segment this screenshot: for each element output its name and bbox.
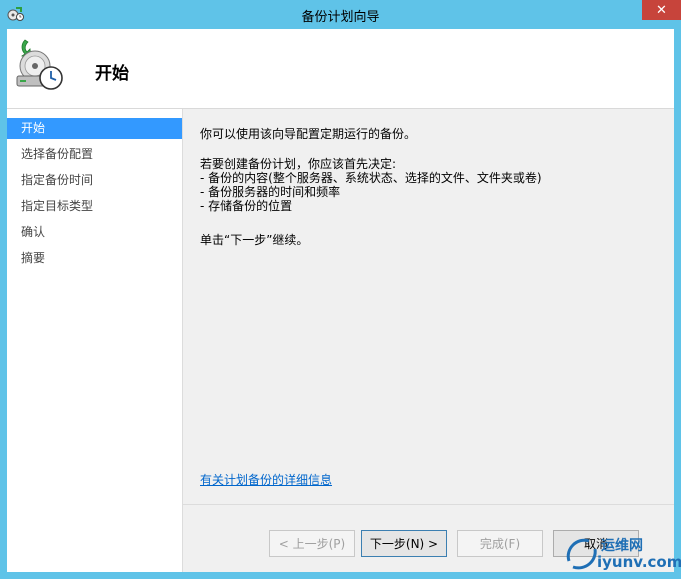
footer-divider — [183, 504, 674, 505]
finish-button[interactable]: 完成(F) — [457, 530, 543, 557]
prereq-item: - 备份的内容(整个服务器、系统状态、选择的文件、文件夹或卷) — [200, 171, 542, 185]
wizard-client-area: 开始 开始 选择备份配置 指定备份时间 指定目标类型 确认 摘要 你可以使用该向… — [7, 29, 674, 572]
sidebar-item-target-type[interactable]: 指定目标类型 — [7, 196, 182, 217]
title-bar[interactable]: 备份计划向导 ✕ — [0, 0, 681, 29]
sidebar-item-label: 选择备份配置 — [21, 147, 94, 161]
prereq-title: 若要创建备份计划，你应该首先决定: — [200, 157, 397, 171]
wizard-content: 你可以使用该向导配置定期运行的备份。 若要创建备份计划，你应该首先决定: - 备… — [183, 109, 674, 572]
page-title: 开始 — [95, 64, 129, 84]
wizard-window: 备份计划向导 ✕ 开始 开始 选择备份配置 指定备份时间 指定目标类型 确认 摘… — [0, 0, 681, 579]
intro-text: 你可以使用该向导配置定期运行的备份。 — [200, 127, 417, 141]
close-button[interactable]: ✕ — [642, 0, 681, 20]
sidebar-item-summary[interactable]: 摘要 — [7, 248, 182, 269]
sidebar-item-start[interactable]: 开始 — [7, 118, 182, 139]
sidebar-item-label: 确认 — [21, 225, 46, 239]
next-button[interactable]: 下一步(N) > — [361, 530, 447, 557]
wizard-header: 开始 — [7, 29, 674, 108]
close-icon: ✕ — [656, 2, 667, 18]
watermark-en-text: iyunv.com — [597, 553, 681, 571]
sidebar-item-select-config[interactable]: 选择备份配置 — [7, 144, 182, 165]
watermark-cn-text: 运维网 — [601, 538, 643, 554]
backup-clock-icon — [16, 39, 63, 90]
sidebar-item-specify-time[interactable]: 指定备份时间 — [7, 170, 182, 191]
sidebar-item-confirm[interactable]: 确认 — [7, 222, 182, 243]
window-title: 备份计划向导 — [301, 10, 380, 25]
sidebar-item-label: 指定备份时间 — [21, 173, 94, 187]
sidebar-item-label: 摘要 — [21, 251, 46, 265]
sidebar-item-label: 指定目标类型 — [21, 199, 94, 213]
back-button[interactable]: < 上一步(P) — [269, 530, 355, 557]
prereq-item: - 存储备份的位置 — [200, 199, 293, 213]
prereq-item: - 备份服务器的时间和频率 — [200, 185, 341, 199]
site-watermark: 运维网 iyunv.com — [563, 533, 681, 573]
scheduled-backup-help-link[interactable]: 有关计划备份的详细信息 — [200, 471, 332, 488]
sidebar-item-label: 开始 — [21, 121, 46, 135]
continue-text: 单击“下一步”继续。 — [200, 233, 309, 247]
wizard-steps-sidebar: 开始 选择备份配置 指定备份时间 指定目标类型 确认 摘要 — [7, 109, 183, 572]
